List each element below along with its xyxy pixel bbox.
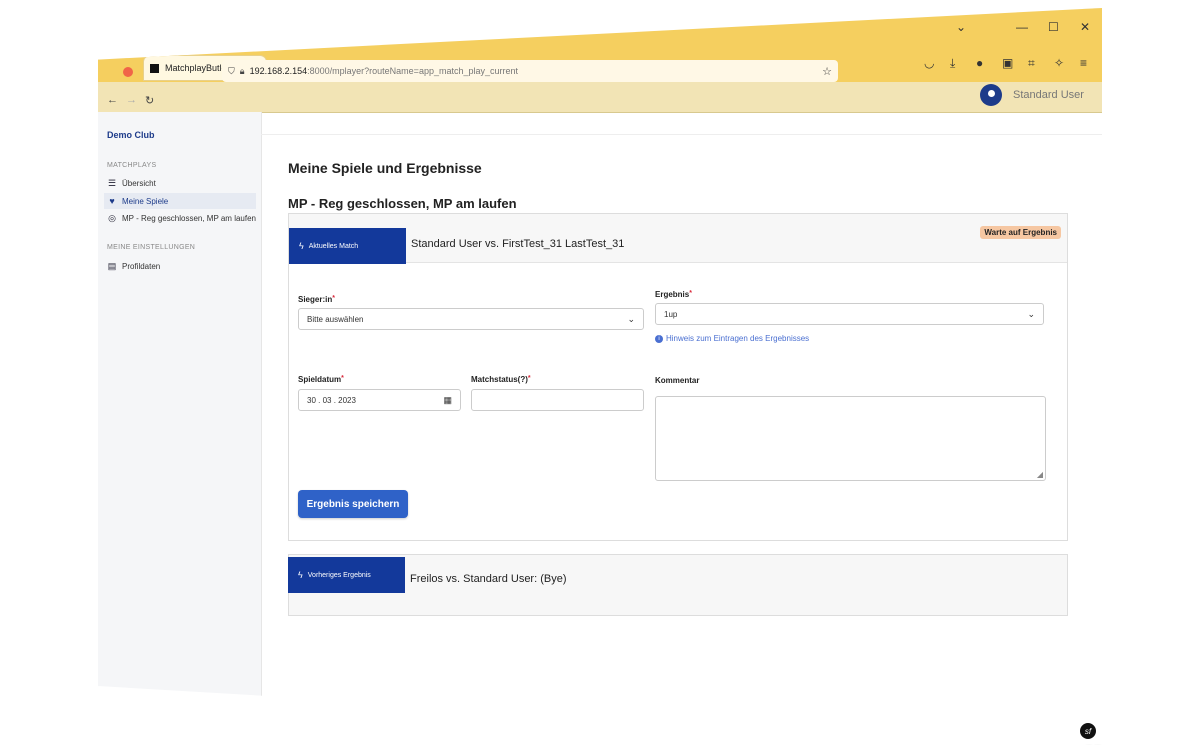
id-card-icon: ▤ (107, 260, 117, 271)
menu-icon[interactable]: ≡ (1080, 56, 1087, 70)
result-label: Ergebnis* (655, 290, 692, 299)
flag-label: Aktuelles Match (308, 242, 359, 250)
extensions-icon[interactable]: ✧ (1054, 56, 1064, 70)
sidebar-item-label: Meine Spiele (122, 196, 169, 206)
sidebar-item-label: Übersicht (122, 178, 156, 188)
date-input-value: 30 . 03 . 2023 (307, 395, 356, 405)
flag-label: Vorheriges Ergebnis (307, 571, 371, 579)
previous-result-flag: ϟ Vorheriges Ergebnis (288, 557, 405, 593)
required-mark: * (689, 290, 692, 297)
date-label-text: Spieldatum (298, 375, 342, 384)
match-title: Standard User vs. FirstTest_31 LastTest_… (411, 238, 625, 250)
sidebar-section-matchplays: MATCHPLAYS (107, 162, 157, 169)
tab-title: MatchplayButler (165, 63, 230, 73)
minimize-button[interactable]: — (1016, 20, 1028, 34)
info-icon: i (655, 334, 663, 343)
url-host: 192.168.2.154 (249, 66, 308, 76)
winner-label-text: Sieger:in (298, 295, 333, 304)
club-name[interactable]: Demo Club (107, 130, 155, 140)
bolt-icon: ϟ (298, 570, 303, 580)
winner-label: Sieger:in* (298, 295, 335, 304)
chevron-down-icon: ⌄ (1027, 309, 1035, 319)
status-badge: Warte auf Ergebnis (980, 226, 1061, 239)
winner-select-value: Bitte auswählen (307, 314, 364, 324)
sidebar-item-overview[interactable]: ☰ Übersicht (104, 175, 256, 191)
sidebar-item-my-games[interactable]: ♥ Meine Spiele (104, 193, 256, 209)
avatar (980, 84, 1002, 106)
header-divider (261, 134, 1102, 135)
comment-textarea[interactable]: ◢ (655, 396, 1046, 481)
comment-label: Kommentar (655, 376, 700, 385)
result-select-value: 1up (664, 309, 678, 319)
current-match-flag: ϟ Aktuelles Match (289, 228, 406, 264)
firefox-icon (123, 67, 133, 77)
user-name: Standard User (1013, 89, 1084, 101)
result-label-text: Ergebnis (655, 290, 690, 299)
previous-result-card (288, 554, 1068, 616)
status-input[interactable] (471, 389, 644, 411)
download-icon[interactable]: ⤓ (950, 56, 955, 71)
extension-avatar-icon[interactable]: ● (976, 56, 983, 70)
chevron-down-icon: ⌄ (627, 314, 635, 324)
resize-grip-icon[interactable]: ◢ (1037, 470, 1043, 479)
sidebar-item-matchplay[interactable]: ◎ MP - Reg geschlossen, MP am laufen (104, 210, 256, 226)
url-bar[interactable]: ⛉ 🔒︎ 192.168.2.154 :8000/mplayer?routeNa… (222, 60, 838, 82)
required-mark: * (341, 375, 344, 382)
symfony-toolbar-icon[interactable]: sf (1080, 723, 1096, 739)
reload-icon[interactable]: ↻ (145, 94, 154, 107)
user-menu[interactable]: Standard User (980, 84, 1084, 106)
list-icon: ☰ (107, 177, 117, 188)
bitwarden-icon[interactable]: ▣ (1002, 56, 1013, 70)
calendar-icon[interactable]: ▦ (443, 395, 452, 406)
back-icon[interactable]: ← (107, 94, 118, 106)
date-input[interactable]: 30 . 03 . 2023 ▦ (298, 389, 461, 411)
pocket-icon[interactable]: ◡ (924, 56, 934, 70)
tab-list-dropdown-icon[interactable]: ⌄ (956, 20, 966, 34)
status-label: Matchstatus(?)* (471, 375, 531, 384)
hint-text: Hinweis zum Eintragen des Ergebnisses (666, 334, 810, 343)
heart-icon: ♥ (109, 196, 115, 206)
crop-icon[interactable]: ⌗ (1028, 56, 1035, 71)
sidebar-item-label: MP - Reg geschlossen, MP am laufen (122, 213, 256, 223)
result-hint-link[interactable]: i Hinweis zum Eintragen des Ergebnisses (655, 334, 809, 343)
browser-navbar (98, 82, 1102, 113)
date-label: Spieldatum* (298, 375, 344, 384)
bookmark-star-icon[interactable]: ☆ (822, 65, 832, 78)
sidebar-item-profile[interactable]: ▤ Profildaten (104, 258, 256, 274)
result-select[interactable]: 1up ⌄ (655, 303, 1044, 325)
sidebar-item-label: Profildaten (122, 261, 161, 271)
url-path: :8000/mplayer?routeName=app_match_play_c… (307, 66, 519, 76)
bolt-icon: ϟ (299, 241, 304, 251)
save-result-button[interactable]: Ergebnis speichern (298, 490, 408, 518)
previous-match-title: Freilos vs. Standard User: (Bye) (410, 573, 567, 585)
status-label-text: Matchstatus(?) (471, 375, 528, 384)
target-icon: ◎ (108, 212, 116, 223)
page-title: Meine Spiele und Ergebnisse (288, 160, 482, 176)
sidebar-section-settings: MEINE EINSTELLUNGEN (107, 244, 196, 251)
section-title: MP - Reg geschlossen, MP am laufen (288, 196, 517, 211)
lock-icon: 🔒︎ (239, 65, 245, 76)
shield-icon: ⛉ (228, 65, 235, 76)
browser-window: MatchplayButler × + ⌄ — ☐ ✕ ◡ ⤓ ● ▣ ⌗ ✧ … (98, 8, 1102, 745)
maximize-button[interactable]: ☐ (1048, 20, 1059, 34)
tab-favicon-icon (150, 63, 159, 73)
winner-select[interactable]: Bitte auswählen ⌄ (298, 308, 644, 330)
forward-icon[interactable]: → (126, 94, 137, 106)
required-mark: * (527, 375, 531, 382)
close-window-button[interactable]: ✕ (1080, 20, 1090, 34)
required-mark: * (332, 295, 335, 302)
